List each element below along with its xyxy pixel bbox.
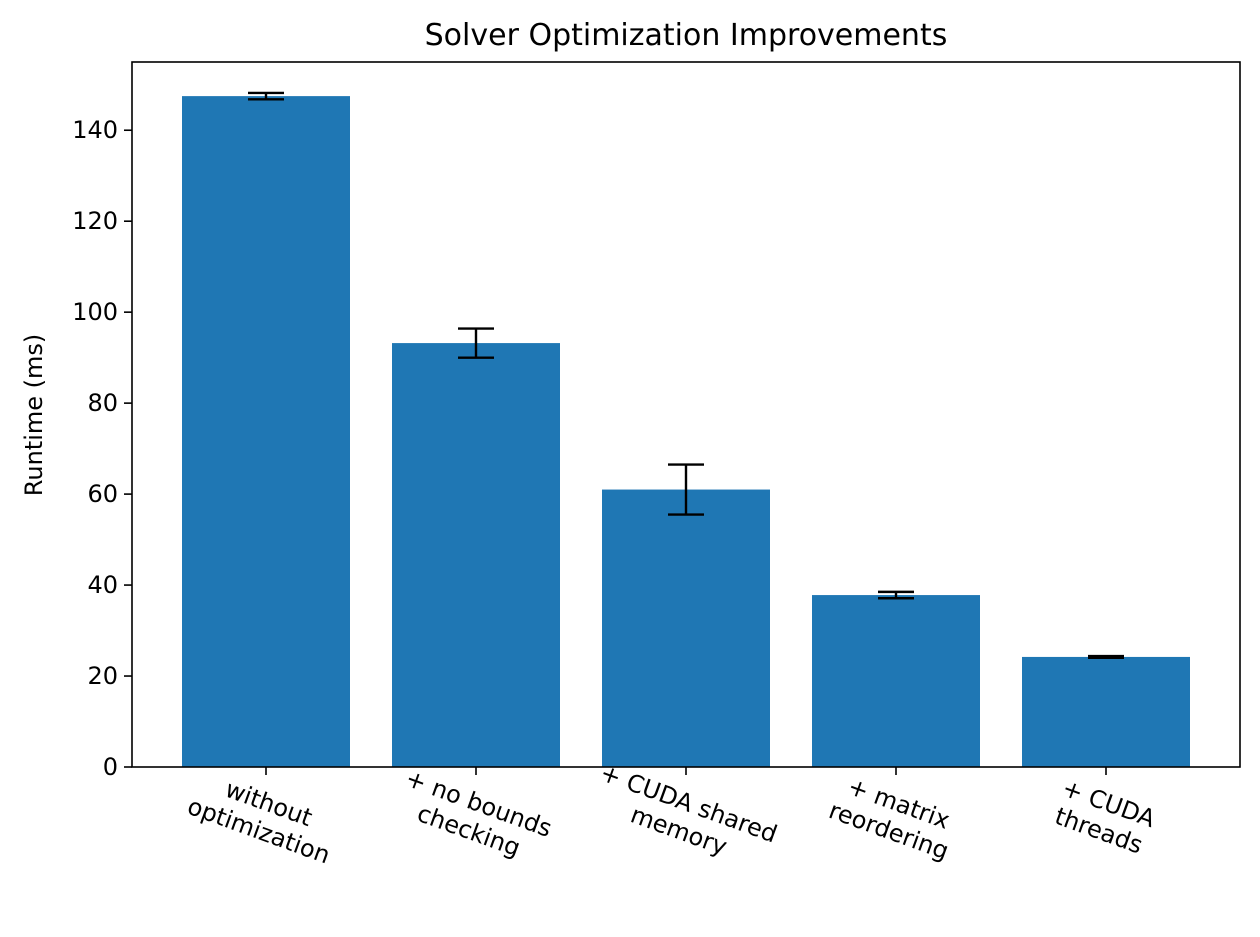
chart-title: Solver Optimization Improvements [425, 18, 948, 53]
bar [812, 595, 980, 767]
bar [392, 343, 560, 767]
y-tick-label: 100 [72, 298, 118, 326]
y-tick-label: 40 [87, 571, 118, 599]
bar-chart: Solver Optimization Improvements Runtime… [20, 18, 1241, 876]
bars-group [182, 96, 1190, 767]
x-tick-label: + CUDAthreads [1049, 774, 1160, 861]
y-tick-label: 80 [87, 389, 118, 417]
bar [182, 96, 350, 767]
x-axis: withoutoptimization + no boundschecking + … [184, 759, 1160, 876]
y-tick-label: 0 [103, 753, 118, 781]
bar [1022, 656, 1190, 767]
bar [602, 489, 770, 767]
x-tick-label: withoutoptimization [184, 765, 344, 870]
y-tick-label: 140 [72, 116, 118, 144]
y-axis-label: Runtime (ms) [20, 334, 48, 496]
y-axis: 0 20 40 60 80 100 120 140 [72, 116, 132, 781]
x-tick-label: + matrixreordering [825, 769, 962, 865]
y-tick-label: 60 [87, 480, 118, 508]
x-tick-label: + no boundschecking [392, 764, 556, 870]
y-tick-label: 120 [72, 207, 118, 235]
x-tick-label: + CUDA sharedmemory [587, 759, 781, 876]
y-tick-label: 20 [87, 662, 118, 690]
